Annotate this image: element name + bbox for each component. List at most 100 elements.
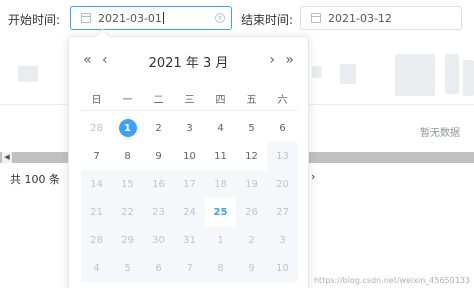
weekday-label: 日: [91, 95, 102, 106]
weekday-divider: [81, 110, 298, 111]
day-number: 28: [90, 234, 103, 246]
empty-text: 暂无数据: [420, 128, 460, 139]
day-cell[interactable]: 28: [81, 114, 112, 142]
blurred-header-cell: [18, 66, 38, 82]
weekday-label: 一: [122, 95, 133, 106]
day-number: 8: [124, 150, 131, 162]
day-cell: 30: [143, 226, 174, 254]
day-cell: 26: [236, 198, 267, 226]
day-number: 25: [213, 206, 228, 218]
day-number: 31: [183, 234, 196, 246]
day-cell: 22: [112, 198, 143, 226]
day-number: 14: [90, 178, 103, 190]
day-cell: 9: [236, 254, 267, 282]
day-number: 16: [152, 178, 165, 190]
weekday-label: 三: [184, 95, 195, 106]
day-number: 5: [248, 122, 255, 134]
day-number: 4: [93, 262, 100, 274]
day-number: 13: [276, 150, 289, 162]
day-number: 15: [121, 178, 134, 190]
day-cell: 17: [174, 170, 205, 198]
next-page-button[interactable]: ›: [311, 170, 315, 183]
day-number: 19: [245, 178, 258, 190]
date-picker-panel: « ‹ 2021 年 3 月 › » 日一二三四五六 28 1 2 3 4 5 6 7 8 9 10…: [68, 36, 309, 288]
day-number: 10: [183, 150, 196, 162]
day-cell[interactable]: 7: [81, 142, 112, 170]
blurred-header-cell: [395, 54, 435, 96]
day-cell[interactable]: 12: [236, 142, 267, 170]
day-cell[interactable]: 5: [236, 114, 267, 142]
day-cell: 21: [81, 198, 112, 226]
text-cursor: [162, 12, 164, 24]
day-number: 17: [183, 178, 196, 190]
day-number: 26: [245, 206, 258, 218]
day-cell: 19: [236, 170, 267, 198]
pagination-total: 共 100 条: [10, 173, 60, 186]
day-number: 23: [152, 206, 165, 218]
day-number: 1: [118, 119, 137, 137]
start-date-input[interactable]: 2021-03-01 ✕: [70, 6, 232, 30]
day-number: 5: [124, 262, 131, 274]
day-cell[interactable]: 3: [174, 114, 205, 142]
calendar-icon: [81, 13, 91, 23]
day-cell: 28: [81, 226, 112, 254]
day-cell: 2: [236, 226, 267, 254]
day-number: 6: [279, 122, 286, 134]
watermark: https://blog.csdn.net/weixin_45650133: [313, 276, 470, 285]
day-number: 1: [217, 234, 224, 246]
next-month-button[interactable]: ›: [269, 53, 275, 67]
day-cell: 27: [267, 198, 298, 226]
day-cell: 10: [267, 254, 298, 282]
clear-icon[interactable]: ✕: [215, 13, 225, 23]
day-number: 18: [214, 178, 227, 190]
day-number: 2: [248, 234, 255, 246]
day-cell: 3: [267, 226, 298, 254]
next-year-button[interactable]: »: [285, 53, 294, 67]
day-number: 10: [276, 262, 289, 274]
day-grid: 28 1 2 3 4 5 6 7 8 9 10 11 12 13 14 15 16 17 18 19 20 21 22 23 2…: [81, 114, 298, 282]
weekday-label: 五: [246, 95, 257, 106]
day-number: 6: [155, 262, 162, 274]
day-number: 7: [93, 150, 100, 162]
scroll-left-icon[interactable]: ◀: [2, 152, 12, 163]
day-cell[interactable]: 9: [143, 142, 174, 170]
day-number: 30: [152, 234, 165, 246]
blurred-header-cell: [463, 60, 474, 96]
day-cell: 1: [205, 226, 236, 254]
start-time-label: 开始时间:: [8, 13, 61, 27]
day-number: 11: [214, 150, 227, 162]
blurred-header-cell: [312, 66, 322, 78]
day-number: 3: [186, 122, 193, 134]
day-number: 12: [245, 150, 258, 162]
day-cell[interactable]: 10: [174, 142, 205, 170]
day-cell: 15: [112, 170, 143, 198]
day-cell: 8: [205, 254, 236, 282]
weekday-label: 二: [153, 95, 164, 106]
weekday-header: 日一二三四五六: [81, 91, 298, 106]
day-cell: 16: [143, 170, 174, 198]
day-number: 21: [90, 206, 103, 218]
day-number: 8: [217, 262, 224, 274]
day-cell-today[interactable]: 25: [205, 198, 236, 226]
day-cell: 6: [143, 254, 174, 282]
day-cell-selected[interactable]: 1: [112, 114, 143, 142]
day-cell[interactable]: 11: [205, 142, 236, 170]
day-number: 28: [90, 122, 103, 134]
day-cell: 18: [205, 170, 236, 198]
day-cell: 29: [112, 226, 143, 254]
day-cell[interactable]: 2: [143, 114, 174, 142]
start-date-value: 2021-03-01: [98, 11, 162, 25]
day-number: 3: [279, 234, 286, 246]
day-cell: 14: [81, 170, 112, 198]
day-cell: 24: [174, 198, 205, 226]
day-cell: 20: [267, 170, 298, 198]
day-cell: 5: [112, 254, 143, 282]
day-cell[interactable]: 4: [205, 114, 236, 142]
end-time-label: 结束时间:: [241, 13, 294, 27]
day-cell[interactable]: 6: [267, 114, 298, 142]
end-date-input[interactable]: 2021-03-12: [300, 6, 462, 30]
day-number: 7: [186, 262, 193, 274]
day-number: 9: [155, 150, 162, 162]
day-cell[interactable]: 8: [112, 142, 143, 170]
weekday-label: 四: [215, 95, 226, 106]
